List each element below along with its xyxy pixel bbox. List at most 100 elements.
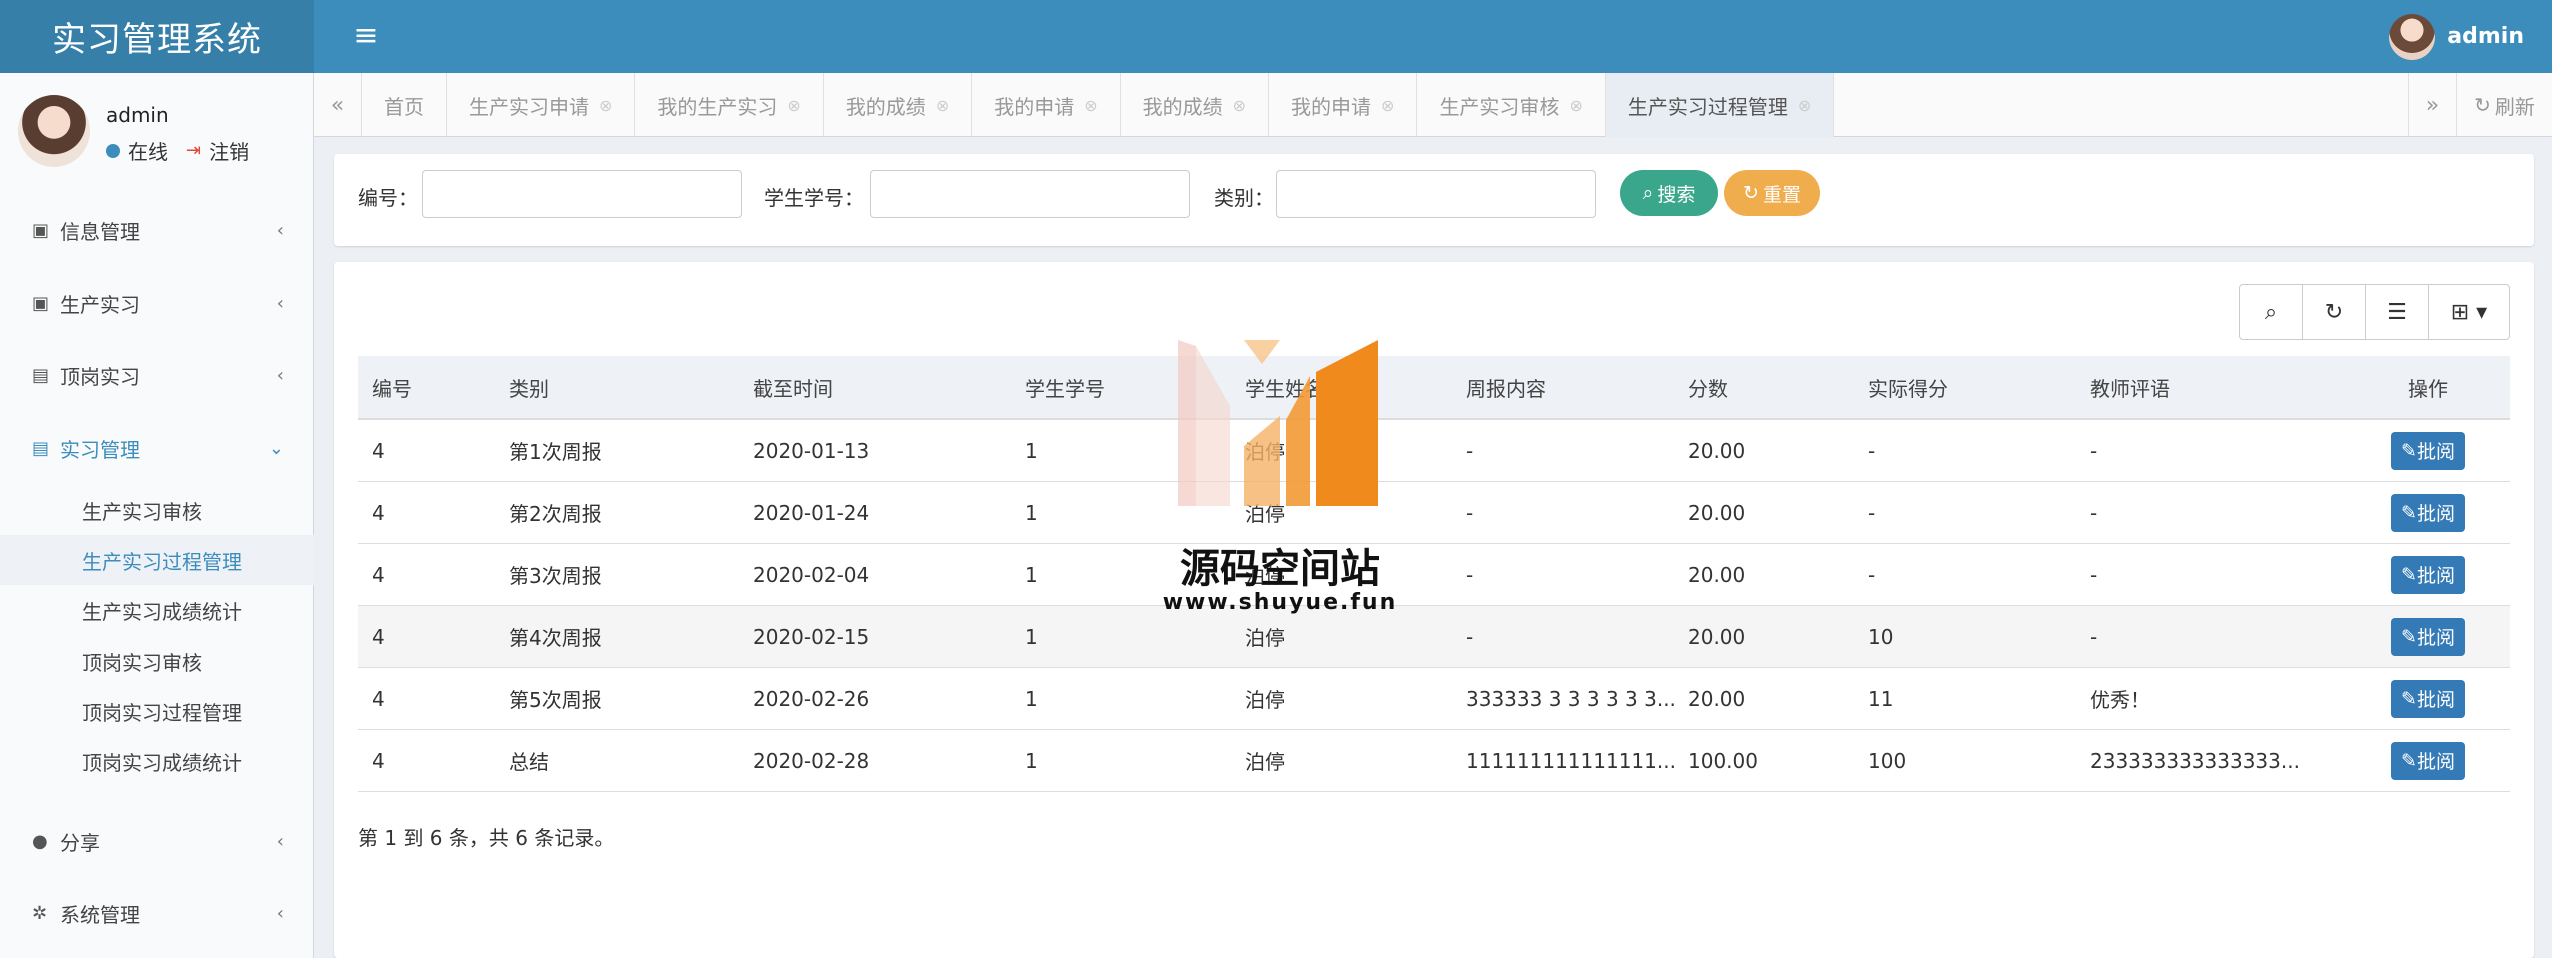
close-icon[interactable]: ⊗ xyxy=(936,96,949,115)
chevron-left-icon: ‹ xyxy=(276,219,284,241)
column-header[interactable]: 教师评语 xyxy=(2076,356,2346,418)
sidebar-item-internship[interactable]: ▤ 实习管理 ⌄ xyxy=(0,418,314,478)
table-cell: 100.00 xyxy=(1688,748,1758,773)
review-button-label: 批阅 xyxy=(2416,565,2455,587)
table-cell: 333333 3 3 3 3 3 3... xyxy=(1466,686,1674,711)
close-icon[interactable]: ⊗ xyxy=(787,96,800,115)
refresh-button[interactable]: ↻ 刷新 xyxy=(2456,73,2552,137)
review-button[interactable]: ✎ 批阅 xyxy=(2391,679,2465,718)
tab-label: 生产实习审核 xyxy=(1439,94,1560,119)
table-row[interactable]: 4 总结 2020-02-28 1 泊停 111111111111111... 100.00… xyxy=(358,730,2510,792)
user-menu[interactable]: admin xyxy=(2389,0,2552,73)
sidebar-subitem-placement-review[interactable]: 顶岗实习审核 xyxy=(0,636,314,686)
edit-icon: ✎ xyxy=(2401,439,2417,462)
tab-scroll-left-icon[interactable]: « xyxy=(314,73,362,137)
reset-button[interactable]: ↻ 重置 xyxy=(1724,170,1820,216)
review-button[interactable]: ✎ 批阅 xyxy=(2391,431,2465,470)
sidebar-subitem-placement-scores[interactable]: 顶岗实习成绩统计 xyxy=(0,736,314,786)
logout-link[interactable]: 注销 xyxy=(209,136,249,165)
review-button[interactable]: ✎ 批阅 xyxy=(2391,555,2465,594)
refresh-icon: ↻ xyxy=(2474,93,2491,117)
refresh-icon[interactable]: ↻ xyxy=(2302,284,2366,340)
table-row[interactable]: 4 第1次周报 2020-01-13 1 泊停 - 20.00 - - ✎ 批阅 xyxy=(358,420,2510,482)
tab-production-process[interactable]: 生产实习过程管理 ⊗ xyxy=(1605,73,1835,137)
tab-my-applications-2[interactable]: 我的申请 ⊗ xyxy=(1269,73,1418,137)
table-row[interactable]: 4 第4次周报 2020-02-15 1 泊停 - 20.00 10 - ✎ 批阅 xyxy=(358,606,2510,668)
student-no-field-label: 学生学号： xyxy=(764,186,864,210)
header-username[interactable]: admin xyxy=(2447,24,2524,49)
review-button[interactable]: ✎ 批阅 xyxy=(2391,741,2465,780)
review-button[interactable]: ✎ 批阅 xyxy=(2391,493,2465,532)
sidebar-item-production[interactable]: ▣ 生产实习 ‹ xyxy=(0,273,314,333)
tab-my-production[interactable]: 我的生产实习 ⊗ xyxy=(635,73,824,137)
search-form: 编号： 学生学号： 类别： ⌕ 搜索 ↻ 重置 xyxy=(334,154,2534,246)
refresh-label: 刷新 xyxy=(2494,94,2535,119)
grid-icon[interactable]: ⊞ ▾ xyxy=(2428,284,2510,340)
close-icon[interactable]: ⊗ xyxy=(1569,96,1582,115)
edit-icon: ✎ xyxy=(2401,501,2417,524)
sidebar-subitem-placement-process[interactable]: 顶岗实习过程管理 xyxy=(0,686,314,736)
tab-my-scores-2[interactable]: 我的成绩 ⊗ xyxy=(1121,73,1270,137)
sidebar-subitem-production-review[interactable]: 生产实习审核 xyxy=(0,485,314,535)
avatar[interactable] xyxy=(2389,13,2436,60)
student-no-input[interactable] xyxy=(870,170,1190,218)
user-status: 在线 ⇥ 注销 xyxy=(106,136,249,165)
column-header[interactable]: 截至时间 xyxy=(739,356,1011,418)
sidebar-item-system[interactable]: ✲ 系统管理 ‹ xyxy=(0,883,314,943)
tab-home[interactable]: 首页 xyxy=(362,73,447,137)
close-icon[interactable]: ⊗ xyxy=(1381,96,1394,115)
column-header[interactable]: 实际得分 xyxy=(1854,356,2076,418)
table-cell: 第5次周报 xyxy=(509,688,602,712)
table-panel: ⌕ ↻ ☰ ⊞ ▾ 编号 类别 截至时间 学生学号 学生姓名 周报内容 分数 实… xyxy=(334,262,2534,958)
table-row[interactable]: 4 第3次周报 2020-02-04 1 泊停 - 20.00 - - ✎ 批阅 xyxy=(358,544,2510,606)
table-cell: - xyxy=(2090,562,2098,587)
table-cell: 1 xyxy=(1025,438,1038,463)
sidebar-item-info[interactable]: ▣ 信息管理 ‹ xyxy=(0,200,314,260)
app-title[interactable]: 实习管理系统 xyxy=(0,0,314,73)
table-row[interactable]: 4 第5次周报 2020-02-26 1 泊停 333333 3 3 3 3 3 3...… xyxy=(358,668,2510,730)
search-icon[interactable]: ⌕ xyxy=(2239,284,2303,340)
column-header[interactable]: 类别 xyxy=(495,356,739,418)
column-header[interactable]: 周报内容 xyxy=(1452,356,1674,418)
table-header: 编号 类别 截至时间 学生学号 学生姓名 周报内容 分数 实际得分 教师评语 操… xyxy=(358,356,2510,420)
table-cell: 第3次周报 xyxy=(509,564,602,588)
column-header[interactable]: 学生姓名 xyxy=(1231,356,1452,418)
search-button[interactable]: ⌕ 搜索 xyxy=(1620,170,1718,216)
column-header[interactable]: 分数 xyxy=(1674,356,1854,418)
table-cell: 111111111111111... xyxy=(1466,748,1674,773)
table-cell: 4 xyxy=(372,624,385,649)
logout-icon[interactable]: ⇥ xyxy=(186,140,201,161)
data-table: 编号 类别 截至时间 学生学号 学生姓名 周报内容 分数 实际得分 教师评语 操… xyxy=(358,356,2510,792)
table-cell: 20.00 xyxy=(1688,438,1746,463)
close-icon[interactable]: ⊗ xyxy=(599,96,612,115)
hamburger-icon[interactable]: ≡ xyxy=(346,18,386,54)
sidebar-subitem-production-scores[interactable]: 生产实习成绩统计 xyxy=(0,585,314,635)
table-row[interactable]: 4 第2次周报 2020-01-24 1 泊停 - 20.00 - - ✎ 批阅 xyxy=(358,482,2510,544)
tab-production-review[interactable]: 生产实习审核 ⊗ xyxy=(1417,73,1606,137)
sidebar-subitem-production-process[interactable]: 生产实习过程管理 xyxy=(0,535,314,585)
table-cell: 第1次周报 xyxy=(509,440,602,464)
sidebar-item-placement[interactable]: ▤ 顶岗实习 ‹ xyxy=(0,345,314,405)
column-header[interactable]: 学生学号 xyxy=(1011,356,1231,418)
tab-label: 我的成绩 xyxy=(1142,94,1223,119)
list-icon[interactable]: ☰ xyxy=(2365,284,2429,340)
tab-production-apply[interactable]: 生产实习申请 ⊗ xyxy=(447,73,636,137)
close-icon[interactable]: ⊗ xyxy=(1798,96,1811,115)
close-icon[interactable]: ⊗ xyxy=(1084,96,1097,115)
column-header[interactable]: 操作 xyxy=(2346,356,2510,418)
table-cell: - xyxy=(2090,624,2098,649)
badge-icon: ▣ xyxy=(32,292,50,314)
tab-bar: « 首页 生产实习申请 ⊗ 我的生产实习 ⊗ 我的成绩 ⊗ 我的申请 ⊗ 我的成绩 ⊗ 我… xyxy=(314,73,2552,137)
close-icon[interactable]: ⊗ xyxy=(1233,96,1246,115)
tab-scroll-right-icon[interactable]: » xyxy=(2408,73,2456,137)
tab-label: 生产实习过程管理 xyxy=(1627,94,1788,119)
tab-label: 我的申请 xyxy=(1291,94,1372,119)
tab-my-scores[interactable]: 我的成绩 ⊗ xyxy=(824,73,973,137)
review-button[interactable]: ✎ 批阅 xyxy=(2391,617,2465,656)
column-header[interactable]: 编号 xyxy=(358,356,495,418)
id-input[interactable] xyxy=(422,170,742,218)
category-input[interactable] xyxy=(1276,170,1596,218)
tab-my-applications[interactable]: 我的申请 ⊗ xyxy=(972,73,1121,137)
sidebar-item-share[interactable]: ● 分享 ‹ xyxy=(0,811,314,871)
table-cell: 泊停 xyxy=(1245,750,1285,774)
